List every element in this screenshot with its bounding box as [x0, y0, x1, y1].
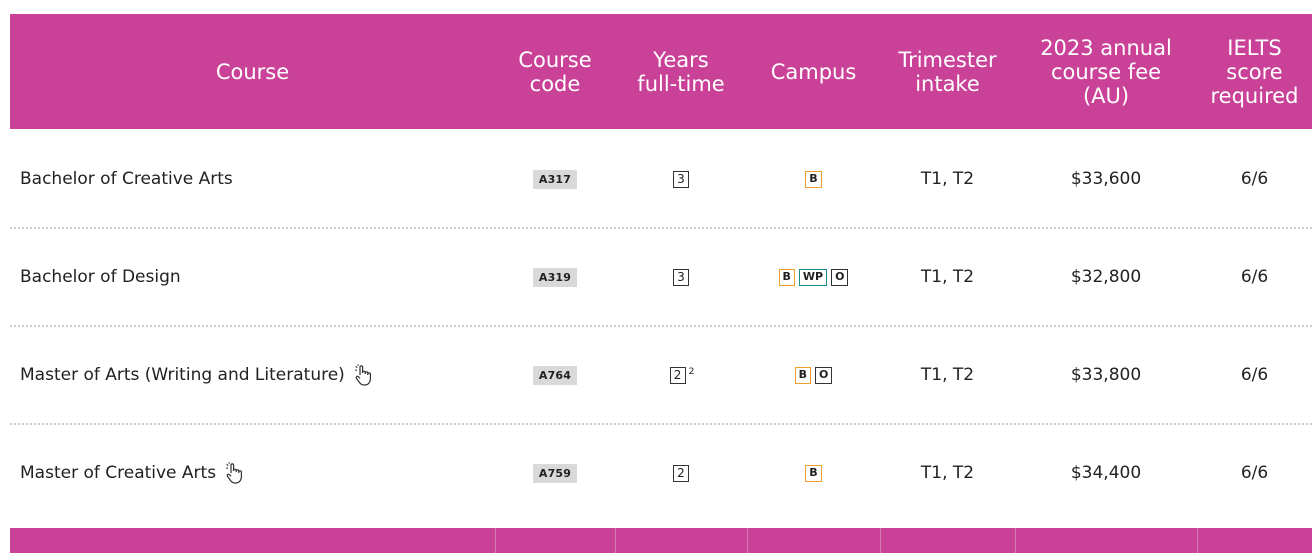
table-row: Bachelor of Design A319 3 B WP O T1, T2 $32,800… [10, 228, 1312, 326]
campus-badge-o: O [815, 366, 833, 384]
course-name: Bachelor of Creative Arts [20, 169, 233, 189]
course-code-badge: A319 [532, 267, 578, 287]
course-name: Master of Creative Arts [20, 463, 217, 483]
header-campus: Campus [770, 59, 857, 84]
campus-badge-b: B [805, 464, 822, 482]
cell-fee: $34,400 [1015, 424, 1197, 522]
cell-ielts: 6/6 [1197, 130, 1312, 228]
cell-years: 22 [615, 326, 747, 424]
course-name: Bachelor of Design [20, 267, 181, 287]
campus-badge-o: O [831, 268, 849, 286]
cell-intake: T1, T2 [880, 228, 1015, 326]
cell-code: A319 [495, 228, 615, 326]
cell-ielts: 6/6 [1197, 424, 1312, 522]
course-table: Course Course code Years full-time Campu… [10, 14, 1312, 553]
cell-years: 3 [615, 130, 747, 228]
campus-badge-wp: WP [798, 268, 828, 286]
cell-course: Bachelor of Creative Arts [10, 130, 495, 228]
cell-course: Master of Creative Arts [10, 424, 495, 522]
cell-course: Master of Arts (Writing and Literature) [10, 326, 495, 424]
table-header: Course Course code Years full-time Campu… [10, 14, 1312, 129]
cell-campus: B [747, 130, 880, 228]
cell-code: A317 [495, 130, 615, 228]
hand-pointer-icon[interactable] [353, 364, 373, 386]
course-code-badge: A759 [532, 463, 578, 483]
cell-code: A759 [495, 424, 615, 522]
cell-intake: T1, T2 [880, 326, 1015, 424]
table-footer [10, 528, 1312, 553]
footnote-marker: 2 [688, 367, 695, 377]
years-box: 2 [673, 464, 689, 482]
course-code-badge: A317 [532, 169, 578, 189]
years-box: 3 [673, 268, 689, 286]
fee-value: $34,400 [1070, 463, 1142, 483]
fee-value: $33,800 [1070, 365, 1142, 385]
intake-value: T1, T2 [920, 463, 975, 483]
years-box: 3 [673, 170, 689, 188]
header-fee: 2023 annual course fee (AU) [1040, 35, 1172, 108]
campus-badge-b: B [778, 268, 795, 286]
intake-value: T1, T2 [920, 267, 975, 287]
ielts-value: 6/6 [1240, 267, 1269, 287]
ielts-value: 6/6 [1240, 463, 1269, 483]
intake-value: T1, T2 [920, 169, 975, 189]
course-name: Master of Arts (Writing and Literature) [20, 365, 345, 385]
ielts-value: 6/6 [1240, 365, 1269, 385]
cell-fee: $32,800 [1015, 228, 1197, 326]
cell-intake: T1, T2 [880, 424, 1015, 522]
cell-years: 3 [615, 228, 747, 326]
campus-badge-b: B [805, 170, 822, 188]
cell-campus: B [747, 424, 880, 522]
header-course-code: Course code [518, 47, 592, 96]
cell-fee: $33,600 [1015, 130, 1197, 228]
cell-code: A764 [495, 326, 615, 424]
years-box: 2 [669, 366, 686, 384]
cell-campus: B WP O [747, 228, 880, 326]
cell-ielts: 6/6 [1197, 326, 1312, 424]
fee-value: $33,600 [1070, 169, 1142, 189]
cell-course: Bachelor of Design [10, 228, 495, 326]
fee-value: $32,800 [1070, 267, 1142, 287]
campus-badge-b: B [794, 366, 812, 384]
course-code-badge: A764 [532, 365, 578, 385]
header-intake: Trimester intake [898, 47, 997, 96]
ielts-value: 6/6 [1240, 169, 1269, 189]
cell-ielts: 6/6 [1197, 228, 1312, 326]
intake-value: T1, T2 [920, 365, 975, 385]
header-course: Course [215, 59, 290, 84]
hand-pointer-icon[interactable] [224, 462, 244, 484]
cell-years: 2 [615, 424, 747, 522]
table-row: Bachelor of Creative Arts A317 3 B T1, T2 $33… [10, 130, 1312, 228]
cell-fee: $33,800 [1015, 326, 1197, 424]
cell-campus: BO [747, 326, 880, 424]
table-row: Master of Arts (Writing and Literature) A… [10, 326, 1312, 424]
table-row: Master of Creative Arts A759 2 B T1, T2 $34,4… [10, 424, 1312, 522]
header-years: Years full-time [637, 47, 725, 96]
header-ielts: IELTS score required [1210, 35, 1299, 108]
cell-intake: T1, T2 [880, 130, 1015, 228]
